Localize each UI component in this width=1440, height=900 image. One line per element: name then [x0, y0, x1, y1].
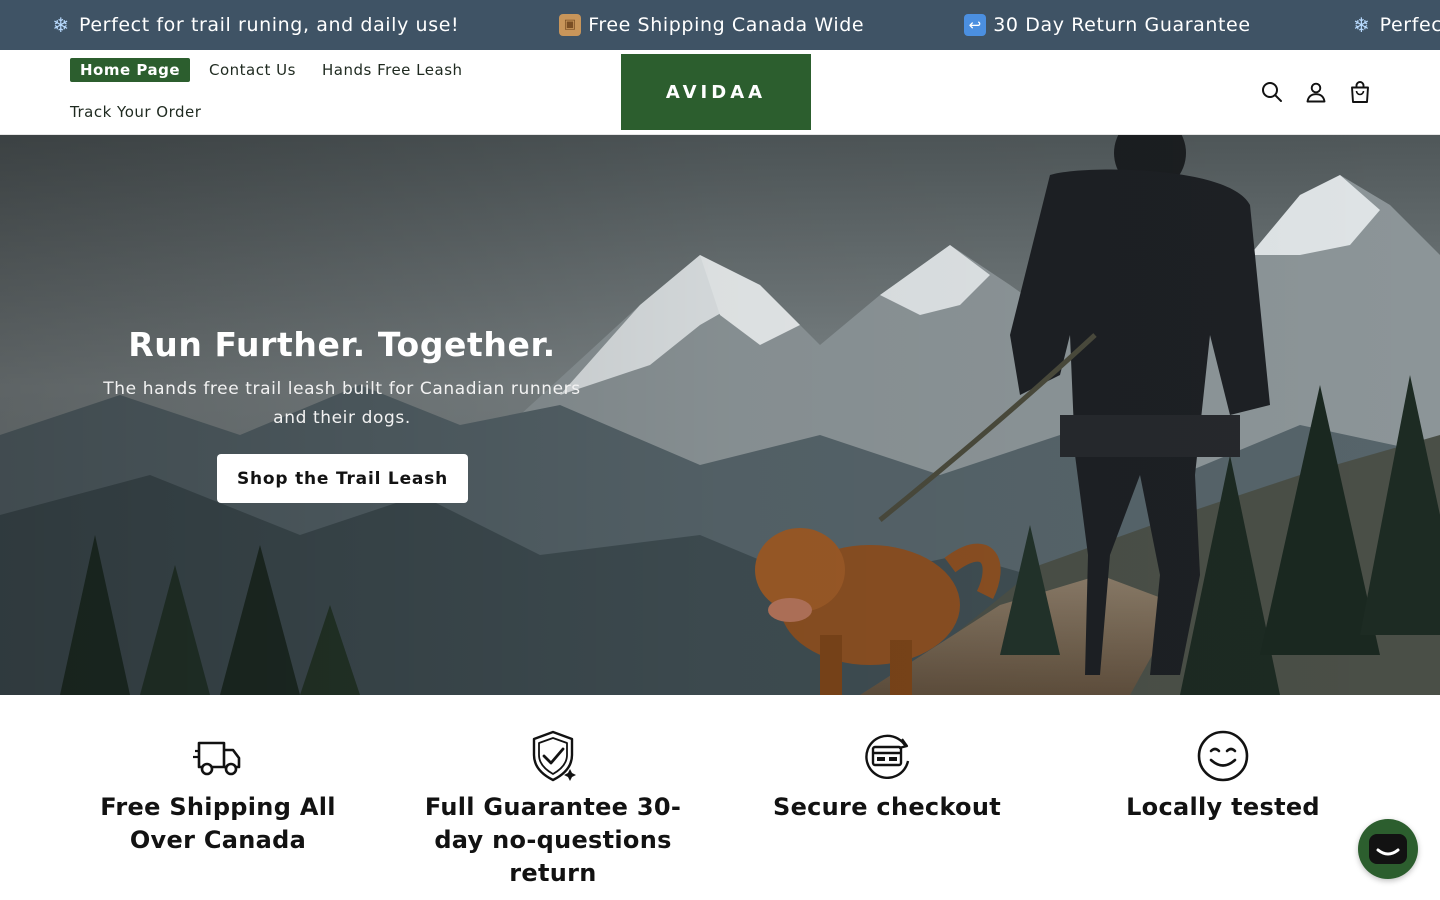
feature-shipping: Free Shipping All Over Canada: [68, 695, 368, 857]
feature-locally-tested: Locally tested: [1073, 695, 1373, 824]
chat-widget-button[interactable]: [1358, 819, 1418, 879]
hero-title: Run Further. Together.: [128, 325, 556, 364]
feature-guarantee: Full Guarantee 30-day no-questions retur…: [403, 695, 703, 890]
smile-icon: [1197, 730, 1249, 782]
hero-banner: Run Further. Together. The hands free tr…: [0, 135, 1440, 695]
truck-icon: [193, 741, 241, 776]
announcement-bar: ❄ Perfect for trail runing, and daily us…: [0, 0, 1440, 50]
shop-trail-leash-button[interactable]: Shop the Trail Leash: [217, 454, 468, 503]
snowflake-icon: ❄: [52, 13, 70, 37]
search-icon[interactable]: [1260, 80, 1284, 104]
nav-contact-us[interactable]: Contact Us: [209, 61, 296, 79]
announcement-text: Free Shipping Canada Wide: [588, 14, 865, 36]
hero-subtitle: The hands free trail leash built for Can…: [103, 379, 581, 428]
feature-title: Locally tested: [1126, 793, 1320, 821]
feature-title: Free Shipping All Over Canada: [100, 793, 336, 854]
announcement-text: Perfect f: [1379, 14, 1440, 36]
nav-home-page[interactable]: Home Page: [70, 58, 191, 82]
nav-hands-free-leash[interactable]: Hands Free Leash: [322, 61, 463, 79]
account-icon[interactable]: [1304, 80, 1328, 104]
site-header: Home Page Contact Us Hands Free Leash Tr…: [0, 50, 1440, 135]
announcement-item: ↩ 30 Day Return Guarantee: [964, 14, 1250, 36]
feature-secure-checkout: Secure checkout: [737, 695, 1037, 824]
announcement-item: ❄ Perfect f: [1351, 14, 1440, 36]
secure-card-icon: [865, 734, 910, 779]
snowflake-icon: ❄: [1352, 13, 1371, 37]
feature-title: Secure checkout: [772, 793, 1002, 821]
announcement-track: ❄ Perfect for trail runing, and daily us…: [50, 0, 1440, 50]
announcement-text: 30 Day Return Guarantee: [993, 14, 1251, 36]
features-row: Free Shipping All Over Canada Full Guara…: [0, 695, 1440, 900]
nav-track-your-order[interactable]: Track Your Order: [70, 103, 201, 121]
package-icon: ▣: [559, 14, 582, 36]
site-logo[interactable]: AVIDAA: [621, 54, 811, 130]
return-arrow-icon: ↩: [964, 14, 987, 36]
announcement-text: Perfect for trail runing, and daily use!: [79, 14, 460, 36]
cart-icon[interactable]: [1348, 80, 1372, 104]
announcement-item: ❄ Perfect for trail runing, and daily us…: [50, 14, 459, 36]
shield-check-icon: [532, 730, 576, 782]
feature-title: Full Guarantee 30-day no-questions retur…: [424, 793, 682, 887]
announcement-item: ▣ Free Shipping Canada Wide: [559, 14, 864, 36]
chat-icon: [1369, 834, 1407, 864]
logo-text: AVIDAA: [665, 81, 767, 103]
